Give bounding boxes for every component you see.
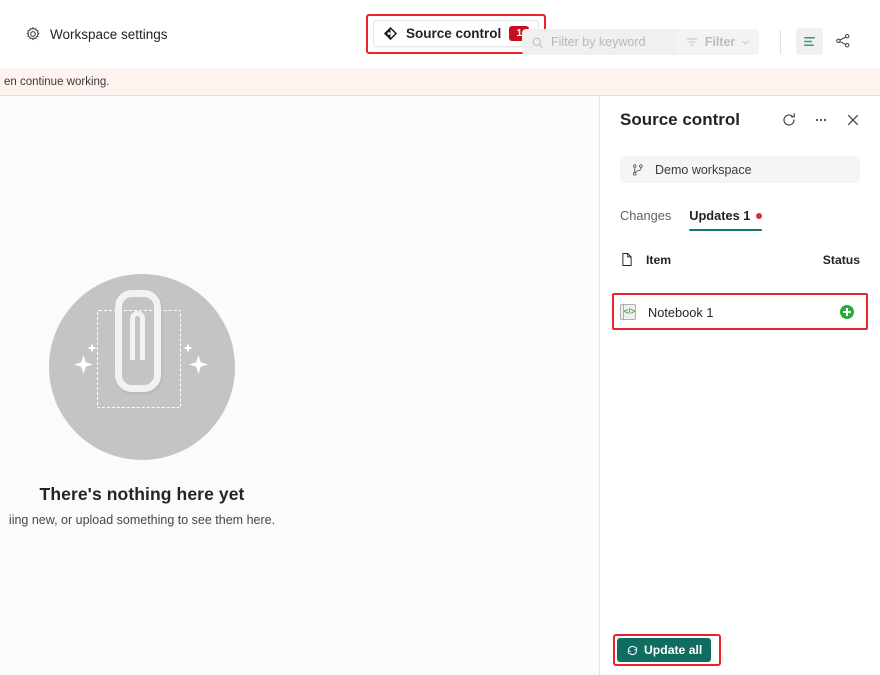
close-icon [845, 112, 861, 128]
panel-tabs: Changes Updates 1 [620, 203, 860, 231]
search-icon [531, 36, 544, 49]
update-all-label: Update all [644, 643, 703, 657]
empty-state-subtitle: iing new, or upload something to see the… [8, 513, 276, 527]
empty-state-title: There's nothing here yet [39, 484, 245, 504]
tab-updates-label: Updates 1 [689, 208, 751, 223]
panel-header: Source control [600, 96, 880, 144]
notebook-code-glyph: </> [623, 307, 636, 316]
tab-changes[interactable]: Changes [620, 208, 671, 231]
panel-header-actions [776, 107, 866, 133]
workspace-selector[interactable]: Demo workspace [620, 156, 860, 183]
more-options-icon [813, 112, 829, 128]
top-toolbar: Workspace settings Source control 1 Filt… [0, 0, 880, 68]
chevron-down-icon [741, 38, 750, 47]
gear-icon [25, 26, 41, 42]
filter-keyword-input[interactable]: Filter by keyword [522, 29, 683, 55]
list-view-button[interactable] [796, 28, 823, 55]
panel-close-button[interactable] [840, 107, 866, 133]
workspace-name: Demo workspace [655, 162, 752, 177]
item-name: Notebook 1 [648, 304, 714, 320]
paperclip-illustration [49, 274, 235, 460]
refresh-icon [626, 644, 639, 657]
main-content-area: There's nothing here yet iing new, or up… [0, 96, 599, 675]
tab-updates-dot-icon [756, 212, 763, 219]
table-column-header: Item Status [620, 252, 860, 267]
source-control-label: Source control [406, 26, 502, 41]
empty-state: There's nothing here yet iing new, or up… [0, 274, 372, 527]
update-all-button[interactable]: Update all [617, 638, 712, 662]
lineage-share-icon [835, 33, 851, 49]
notification-banner: en continue working. [0, 68, 880, 96]
git-branch-icon [631, 163, 645, 177]
tab-changes-label: Changes [620, 208, 672, 223]
workspace-settings-label: Workspace settings [50, 26, 168, 42]
item-status [840, 305, 854, 319]
source-control-panel: Source control Demo workspace Changes Up… [600, 96, 880, 675]
panel-refresh-button[interactable] [776, 107, 802, 133]
panel-more-options-button[interactable] [808, 107, 834, 133]
panel-title: Source control [620, 110, 740, 129]
notification-banner-text: en continue working. [4, 75, 110, 88]
app-root: Workspace settings Source control 1 Filt… [0, 0, 880, 675]
toolbar-divider [780, 30, 781, 54]
source-control-highlight: Source control 1 [366, 14, 547, 54]
column-header-item: Item [646, 252, 672, 267]
filter-lines-icon [685, 35, 699, 49]
list-view-icon [802, 34, 817, 49]
tab-updates[interactable]: Updates 1 [689, 208, 763, 231]
workspace-settings-button[interactable]: Workspace settings [19, 21, 174, 47]
notebook-icon: </> [620, 304, 636, 320]
filter-button[interactable]: Filter [676, 29, 759, 55]
table-row[interactable]: </> Notebook 1 [620, 300, 860, 324]
column-header-status: Status [822, 252, 860, 267]
filter-keyword-placeholder: Filter by keyword [551, 35, 646, 49]
source-control-area: Source control 1 [366, 14, 547, 54]
source-control-diamond-icon [383, 26, 398, 41]
file-icon [620, 252, 634, 267]
refresh-icon [781, 112, 797, 128]
source-control-button[interactable]: Source control 1 [373, 20, 540, 47]
filter-button-label: Filter [704, 35, 736, 49]
paperclip-icon [115, 290, 161, 392]
lineage-view-button[interactable] [831, 29, 855, 53]
paperclip-inner [130, 311, 145, 360]
added-green-plus-icon [840, 305, 854, 319]
